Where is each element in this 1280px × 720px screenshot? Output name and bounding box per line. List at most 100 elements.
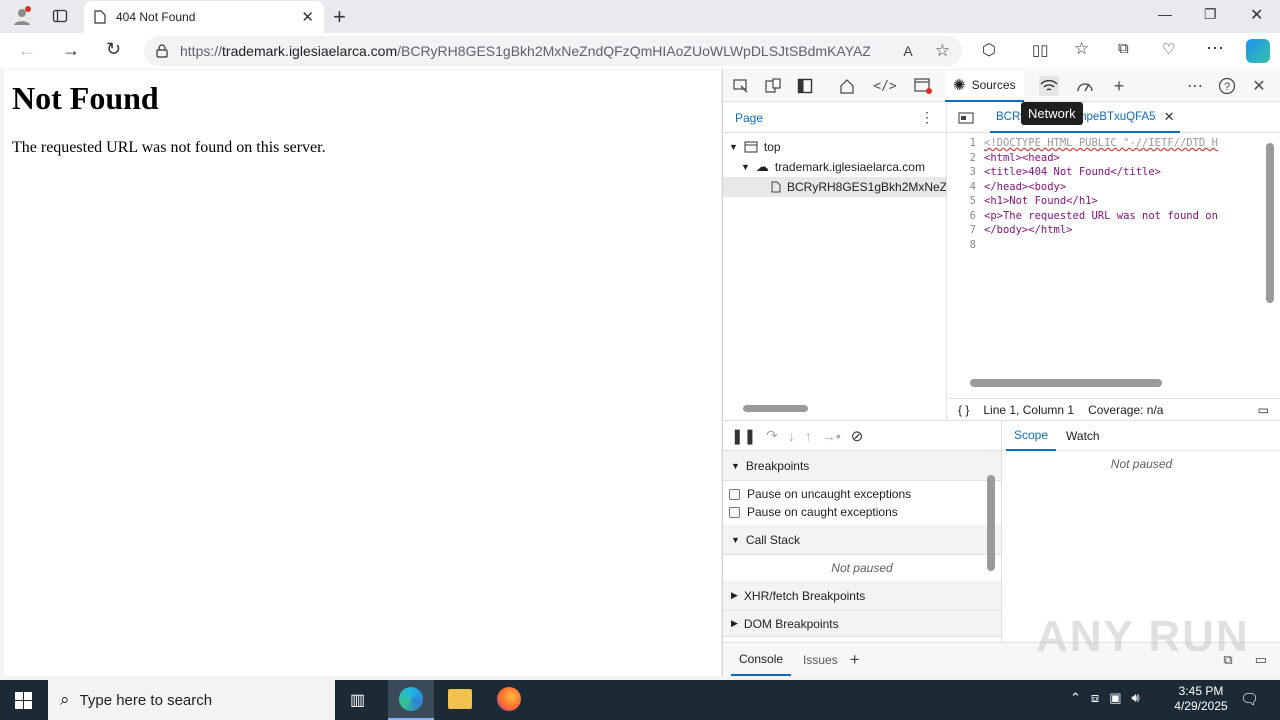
back-button[interactable]: ← bbox=[18, 40, 36, 61]
screencast-icon[interactable]: ▭ bbox=[1258, 403, 1269, 417]
devtools-menu-icon[interactable]: ⋯ bbox=[1185, 76, 1205, 96]
close-file-icon[interactable]: ✕ bbox=[1164, 109, 1175, 125]
refresh-button[interactable]: ↻ bbox=[106, 39, 121, 60]
browser-tab[interactable]: 404 Not Found ✕ bbox=[84, 1, 324, 33]
xhr-breakpoints-section[interactable]: ▶ XHR/fetch Breakpoints bbox=[723, 581, 1001, 611]
debugger-controls: ❚❚ ↷ ↓ ↑ →• ⊘ bbox=[723, 421, 1001, 451]
favorites-icon[interactable]: ☆ bbox=[1074, 39, 1089, 59]
editor-status-bar: { } Line 1, Column 1 Coverage: n/a ▭ bbox=[948, 398, 1280, 420]
pretty-print-icon[interactable]: { } bbox=[958, 403, 969, 417]
address-bar[interactable]: https://trademark.iglesiaelarca.com/BCRy… bbox=[144, 36, 962, 66]
tab-actions-icon[interactable] bbox=[50, 6, 70, 26]
new-tab-button[interactable]: + bbox=[333, 4, 346, 30]
tray-chevron-icon[interactable]: ⌃ bbox=[1070, 690, 1081, 706]
page-message: The requested URL was not found on this … bbox=[12, 139, 326, 156]
tree-item-domain[interactable]: ▼ ☁ trademark.iglesiaelarca.com bbox=[723, 157, 946, 177]
welcome-home-icon[interactable] bbox=[837, 76, 857, 96]
step-over-icon[interactable]: ↷ bbox=[766, 427, 778, 444]
browser-essentials-icon[interactable]: ♡ bbox=[1162, 40, 1175, 58]
edge-taskbar-button[interactable] bbox=[388, 680, 434, 720]
firefox-icon[interactable] bbox=[497, 687, 521, 711]
url-text[interactable]: https://trademark.iglesiaelarca.com/BCRy… bbox=[180, 43, 870, 59]
dock-side-icon[interactable] bbox=[795, 76, 815, 96]
tree-item-file[interactable]: BCRyRH8GES1gBkh2MxNeZn bbox=[723, 177, 946, 197]
pause-uncaught-checkbox[interactable]: Pause on uncaught exceptions bbox=[723, 485, 1001, 503]
inspect-element-icon[interactable] bbox=[731, 76, 751, 96]
tray-device-icon[interactable]: ⧈ bbox=[1091, 690, 1099, 706]
collapse-arrow-icon: ▼ bbox=[731, 534, 740, 545]
step-out-icon[interactable]: ↑ bbox=[805, 428, 812, 444]
clock-time: 3:45 PM bbox=[1178, 684, 1224, 698]
debugger-scrollbar[interactable] bbox=[987, 475, 995, 571]
add-favorite-icon[interactable]: ☆ bbox=[935, 41, 950, 61]
navigator-tabs: Page ⋮ bbox=[723, 103, 946, 133]
navigator-tab-page[interactable]: Page bbox=[735, 111, 763, 125]
cursor-position: Line 1, Column 1 bbox=[983, 402, 1075, 417]
breakpoints-section[interactable]: ▼ Breakpoints bbox=[723, 451, 1001, 481]
file-explorer-icon[interactable] bbox=[448, 689, 472, 709]
tab-watch[interactable]: Watch bbox=[1056, 429, 1110, 443]
dom-breakpoints-section[interactable]: ▶ DOM Breakpoints bbox=[723, 611, 1001, 637]
split-screen-icon[interactable]: ▯▯ bbox=[1032, 41, 1049, 59]
checkbox-icon[interactable] bbox=[729, 506, 740, 518]
close-tab-icon[interactable]: ✕ bbox=[301, 8, 314, 26]
pause-caught-checkbox[interactable]: Pause on caught exceptions bbox=[723, 503, 1001, 521]
deactivate-breakpoints-icon[interactable]: ⊘ bbox=[851, 427, 864, 445]
elements-icon[interactable]: </> bbox=[873, 76, 896, 96]
tab-scope[interactable]: Scope bbox=[1006, 421, 1057, 451]
close-window-button[interactable]: ✕ bbox=[1250, 5, 1263, 25]
device-emulation-icon[interactable] bbox=[763, 76, 783, 96]
drawer-add-icon[interactable]: + bbox=[850, 650, 860, 670]
help-icon[interactable]: ? bbox=[1217, 76, 1237, 96]
tree-label: top bbox=[763, 140, 781, 154]
minimize-button[interactable]: — bbox=[1158, 6, 1172, 22]
notifications-icon[interactable]: 🗨︎ bbox=[1240, 690, 1259, 708]
windows-start-icon[interactable] bbox=[15, 692, 32, 709]
tree-label: BCRyRH8GES1gBkh2MxNeZn bbox=[787, 180, 946, 194]
sources-label: Sources bbox=[971, 78, 1016, 92]
step-icon[interactable]: →• bbox=[822, 428, 841, 444]
editor-vertical-scrollbar[interactable] bbox=[1266, 143, 1274, 303]
coverage-status: Coverage: n/a bbox=[1088, 402, 1164, 417]
restore-button[interactable]: ❐ bbox=[1204, 6, 1217, 23]
url-host: trademark.iglesiaelarca.com bbox=[222, 43, 398, 59]
search-placeholder: Type here to search bbox=[79, 691, 213, 709]
clock[interactable]: 3:45 PM 4/29/2025 bbox=[1166, 684, 1236, 714]
copilot-icon[interactable] bbox=[1246, 39, 1270, 63]
navigator-menu-icon[interactable]: ⋮ bbox=[920, 109, 934, 126]
code-view[interactable]: 1 <!DOCTYPE HTML PUBLIC "-//IETF//DTD H 2… bbox=[948, 133, 1280, 252]
editor-file-tab[interactable]: BCRy...kh...IAMmpeBTxuQFA5 ✕ bbox=[990, 103, 1181, 133]
call-stack-status: Not paused bbox=[831, 561, 893, 575]
drawer-tab-console[interactable]: Console bbox=[731, 643, 792, 676]
close-devtools-icon[interactable]: ✕ bbox=[1249, 76, 1269, 96]
performance-icon[interactable] bbox=[1075, 76, 1095, 96]
editor-horizontal-scrollbar[interactable] bbox=[970, 379, 1162, 387]
lock-icon[interactable] bbox=[156, 44, 168, 58]
call-stack-section[interactable]: ▼ Call Stack bbox=[723, 525, 1001, 555]
volume-icon[interactable]: 🔊︎ bbox=[1131, 690, 1139, 706]
console-icon[interactable] bbox=[913, 76, 933, 96]
network-tray-icon[interactable]: ▣ bbox=[1109, 690, 1121, 706]
forward-button[interactable]: → bbox=[62, 40, 80, 61]
more-tools-plus-icon[interactable]: + bbox=[1109, 76, 1129, 96]
step-into-icon[interactable]: ↓ bbox=[788, 428, 795, 444]
read-aloud-icon[interactable]: A bbox=[903, 43, 912, 59]
extensions-icon[interactable]: ⬡ bbox=[982, 40, 996, 60]
toggle-navigator-icon[interactable] bbox=[958, 111, 974, 124]
checkbox-icon[interactable] bbox=[729, 488, 740, 500]
drawer-collapse-icon[interactable]: ▭ bbox=[1255, 652, 1267, 668]
collections-icon[interactable]: ⧉ bbox=[1118, 40, 1129, 57]
task-view-icon[interactable]: ▥ bbox=[350, 690, 365, 710]
code-line: 6 <p>The requested URL was not found on bbox=[969, 209, 1218, 222]
profile-icon[interactable] bbox=[12, 6, 32, 26]
taskbar-search[interactable]: ⌕ Type here to search bbox=[48, 680, 335, 720]
edge-icon bbox=[399, 687, 423, 711]
tab-sources[interactable]: ✺ Sources bbox=[945, 70, 1024, 102]
drawer-tab-issues[interactable]: Issues bbox=[791, 653, 850, 667]
settings-more-icon[interactable]: ⋯ bbox=[1206, 38, 1224, 59]
pause-icon[interactable]: ❚❚ bbox=[731, 427, 756, 445]
navigator-scrollbar[interactable] bbox=[743, 405, 808, 412]
network-icon[interactable] bbox=[1039, 76, 1059, 96]
tree-item-top[interactable]: ▼ top bbox=[723, 137, 946, 157]
sources-navigator: Page ⋮ ▼ top ▼ ☁ trademark.iglesiaelarca… bbox=[723, 103, 947, 421]
